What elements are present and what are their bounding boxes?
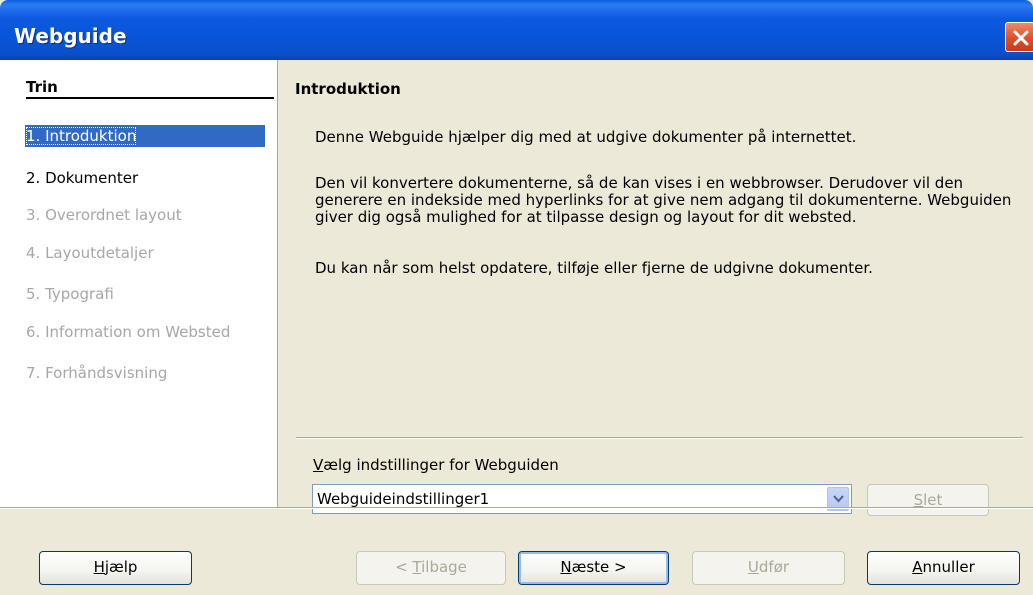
chevron-down-icon xyxy=(833,495,844,503)
step-forhaandsvisning: 7. Forhåndsvisning xyxy=(25,362,265,384)
step-overordnet-layout: 3. Overordnet layout xyxy=(25,204,265,226)
steps-sidebar: Trin 1. Introduktion 2. Dokumenter 3. Ov… xyxy=(0,60,278,508)
intro-paragraph-1: Denne Webguide hjælper dig med at udgive… xyxy=(315,128,857,146)
close-icon xyxy=(1013,30,1029,46)
main-panel: Introduktion Denne Webguide hjælper dig … xyxy=(279,60,1033,516)
step-label: 1. Introduktion xyxy=(26,127,137,145)
settings-label-text: ælg indstillinger for Webguiden xyxy=(323,456,559,474)
intro-paragraph-3: Du kan når som helst opdatere, tilføje e… xyxy=(315,259,873,277)
finish-accelerator: U xyxy=(747,558,759,576)
back-prefix: < xyxy=(395,558,413,576)
next-label: æste > xyxy=(571,558,627,576)
delete-settings-button[interactable]: Slet xyxy=(867,484,989,516)
close-button[interactable] xyxy=(1005,22,1033,52)
step-label: 6. Information om Websted xyxy=(26,323,231,341)
step-label: 4. Layoutdetaljer xyxy=(26,244,154,262)
step-dokumenter[interactable]: 2. Dokumenter xyxy=(25,167,265,189)
step-information-om-websted: 6. Information om Websted xyxy=(25,321,265,343)
step-label: 5. Typografi xyxy=(26,285,114,303)
settings-dropdown-value: Webguideindstillinger1 xyxy=(317,490,490,508)
steps-heading-rule xyxy=(26,97,274,99)
help-button[interactable]: Hjælp xyxy=(39,551,192,585)
step-layoutdetaljer: 4. Layoutdetaljer xyxy=(25,242,265,264)
settings-label-accelerator: V xyxy=(313,456,324,474)
finish-button[interactable]: Udfør xyxy=(692,551,845,585)
help-label: jælp xyxy=(104,558,138,576)
webguide-dialog: Webguide Trin 1. Introduktion 2. Dokumen… xyxy=(0,0,1033,595)
page-title: Introduktion xyxy=(295,80,401,98)
step-label: 3. Overordnet layout xyxy=(26,206,182,224)
steps-heading: Trin xyxy=(26,78,58,96)
finish-label: dfør xyxy=(758,558,790,576)
settings-label: Vælg indstillinger for Webguiden xyxy=(313,456,559,474)
intro-paragraph-2: Den vil konvertere dokumenterne, så de k… xyxy=(315,174,1012,226)
title-bar: Webguide xyxy=(0,0,1033,60)
step-label: 2. Dokumenter xyxy=(26,169,139,187)
button-bar-divider xyxy=(0,507,1033,509)
settings-divider xyxy=(296,437,1023,439)
cancel-label: nnuller xyxy=(922,558,975,576)
back-button[interactable]: < Tilbage xyxy=(356,551,506,585)
help-accelerator: H xyxy=(93,558,105,576)
back-label: ilbage xyxy=(421,558,467,576)
back-accelerator: T xyxy=(412,558,422,576)
settings-dropdown[interactable]: Webguideindstillinger1 xyxy=(312,484,852,514)
window-title: Webguide xyxy=(14,24,127,48)
next-button[interactable]: Næste > xyxy=(518,551,669,585)
cancel-accelerator: A xyxy=(912,558,923,576)
step-typografi: 5. Typografi xyxy=(25,283,265,305)
step-label: 7. Forhåndsvisning xyxy=(26,364,168,382)
next-accelerator: N xyxy=(560,558,572,576)
step-introduktion[interactable]: 1. Introduktion xyxy=(25,125,265,147)
cancel-button[interactable]: Annuller xyxy=(867,551,1020,585)
